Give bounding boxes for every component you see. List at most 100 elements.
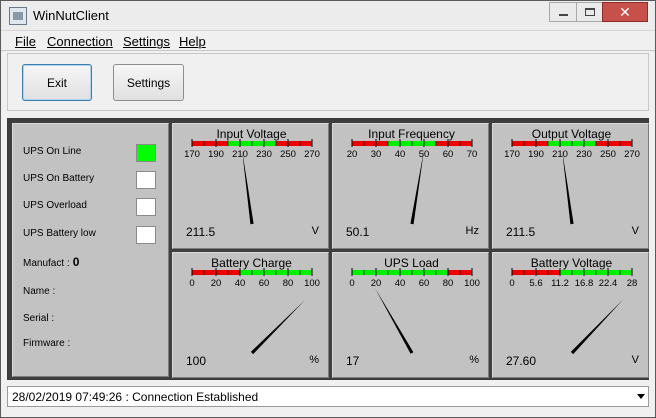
gauge-tick-label: 210 (232, 149, 248, 160)
serial-label: Serial : (23, 313, 55, 324)
gauge-tick-label: 80 (283, 278, 294, 289)
close-icon: ✕ (619, 3, 631, 20)
gauge-tick-label: 0 (509, 278, 514, 289)
manufacturer-row: Manufact :0 (23, 255, 79, 269)
ups-overload-led (136, 198, 156, 216)
gauge-tick-label: 5.6 (529, 278, 542, 289)
gauge-tick-label: 60 (443, 149, 454, 160)
gauge-tick-label: 250 (280, 149, 296, 160)
gauge-tick-label: 20 (371, 278, 382, 289)
gauge-value: 50.1 (346, 225, 370, 239)
gauge-tick-label: 100 (464, 278, 480, 289)
ups-on-line-led (136, 144, 156, 162)
gauge-needle (410, 149, 424, 225)
menu-file[interactable]: File (15, 34, 36, 49)
gauge-tick-label: 20 (347, 149, 358, 160)
name-label: Name : (23, 286, 56, 297)
ups-load-gauge: UPS Load 0 20 40 60 80 100 17 % (332, 252, 489, 378)
gauge-tick-label: 230 (576, 149, 592, 160)
gauge-band (596, 141, 632, 146)
menu-bar: File Connection Settings Help (1, 32, 655, 51)
serial-row: Serial : (23, 310, 57, 324)
gauge-band (276, 141, 312, 146)
gauge-tick-label: 170 (184, 149, 200, 160)
menu-connection[interactable]: Connection (47, 34, 113, 49)
gauge-tick-label: 50 (419, 149, 430, 160)
minimize-icon (558, 14, 568, 16)
gauge-tick-label: 0 (189, 278, 194, 289)
main-panel: UPS On Line UPS On Battery UPS Overload … (7, 118, 649, 380)
gauge-unit: Hz (465, 225, 479, 237)
settings-button[interactable]: Settings (113, 64, 184, 101)
maximize-icon (584, 8, 595, 16)
gauge-tick-label: 100 (304, 278, 320, 289)
gauge-band (512, 141, 548, 146)
gauge-tick-label: 20 (211, 278, 222, 289)
gauge-tick-label: 210 (552, 149, 568, 160)
toolbar: Exit Settings (7, 53, 649, 111)
title-bar[interactable]: WinNutClient ✕ (1, 1, 655, 31)
app-icon[interactable] (9, 7, 27, 25)
gauge-band (192, 141, 228, 146)
gauge-tick-label: 40 (395, 149, 406, 160)
gauge-value: 211.5 (186, 225, 216, 239)
close-button[interactable]: ✕ (602, 2, 648, 22)
gauge-unit: V (311, 225, 319, 237)
gauge-tick-label: 270 (304, 149, 320, 160)
manufacturer-value: 0 (72, 255, 80, 269)
gauge-needle (374, 287, 414, 354)
gauge-tick-label: 16.8 (575, 278, 594, 289)
input-voltage-gauge: Input Voltage 170 190 210 230 250 270 211.5 V (172, 123, 329, 249)
gauge-unit: V (631, 225, 639, 237)
gauge-tick-label: 70 (467, 149, 478, 160)
gauge-unit: % (469, 354, 479, 366)
exit-button[interactable]: Exit (22, 64, 92, 101)
battery-charge-gauge: Battery Charge 0 20 40 60 80 100 100 % (172, 252, 329, 378)
manufacturer-label: Manufact : (23, 258, 70, 269)
input-frequency-gauge: Input Frequency 20 30 40 50 60 70 50.1 Hz (332, 123, 489, 249)
ups-on-battery-label: UPS On Battery (23, 173, 95, 184)
gauge-tick-label: 230 (256, 149, 272, 160)
battery-voltage-gauge: Battery Voltage 0 5.6 11.2 16.8 22.4 28 27.60… (492, 252, 649, 378)
firmware-label: Firmware : (23, 338, 71, 349)
gauge-needle (570, 298, 624, 355)
gauge-tick-label: 80 (443, 278, 454, 289)
gauge-band (352, 141, 388, 146)
gauge-needle (242, 149, 254, 225)
firmware-row: Firmware : (23, 335, 73, 349)
ups-overload-label: UPS Overload (23, 200, 87, 211)
ups-on-line-label: UPS On Line (23, 146, 82, 157)
gauge-tick-label: 0 (349, 278, 354, 289)
gauge-band (436, 141, 472, 146)
gauge-tick-label: 250 (600, 149, 616, 160)
gauge-tick-label: 190 (528, 149, 544, 160)
gauge-needle (250, 299, 306, 355)
gauge-tick-label: 60 (259, 278, 270, 289)
gauge-unit: V (631, 354, 639, 366)
status-dropdown[interactable]: 28/02/2019 07:49:26 : Connection Establi… (7, 386, 649, 407)
ups-status-panel: UPS On Line UPS On Battery UPS Overload … (12, 123, 169, 377)
chevron-down-icon[interactable] (637, 394, 645, 399)
gauge-tick-label: 30 (371, 149, 382, 160)
status-text: 28/02/2019 07:49:26 : Connection Establi… (12, 390, 259, 404)
gauge-tick-label: 170 (504, 149, 520, 160)
gauge-unit: % (309, 354, 319, 366)
minimize-button[interactable] (549, 2, 577, 22)
maximize-button[interactable] (576, 2, 603, 22)
gauge-value: 100 (186, 354, 207, 368)
ups-battery-low-label: UPS Battery low (23, 228, 96, 239)
gauge-value: 27.60 (506, 354, 537, 368)
gauge-tick-label: 40 (235, 278, 246, 289)
output-voltage-gauge: Output Voltage 170 190 210 230 250 270 211.5 … (492, 123, 649, 249)
gauge-tick-label: 190 (208, 149, 224, 160)
name-row: Name : (23, 283, 58, 297)
gauge-tick-label: 270 (624, 149, 640, 160)
gauge-tick-label: 60 (419, 278, 430, 289)
gauge-tick-label: 28 (627, 278, 638, 289)
gauge-needle (562, 149, 574, 225)
menu-help[interactable]: Help (179, 34, 206, 49)
gauge-value: 17 (346, 354, 360, 368)
menu-settings[interactable]: Settings (123, 34, 170, 49)
ups-battery-low-led (136, 226, 156, 244)
gauge-tick-label: 40 (395, 278, 406, 289)
